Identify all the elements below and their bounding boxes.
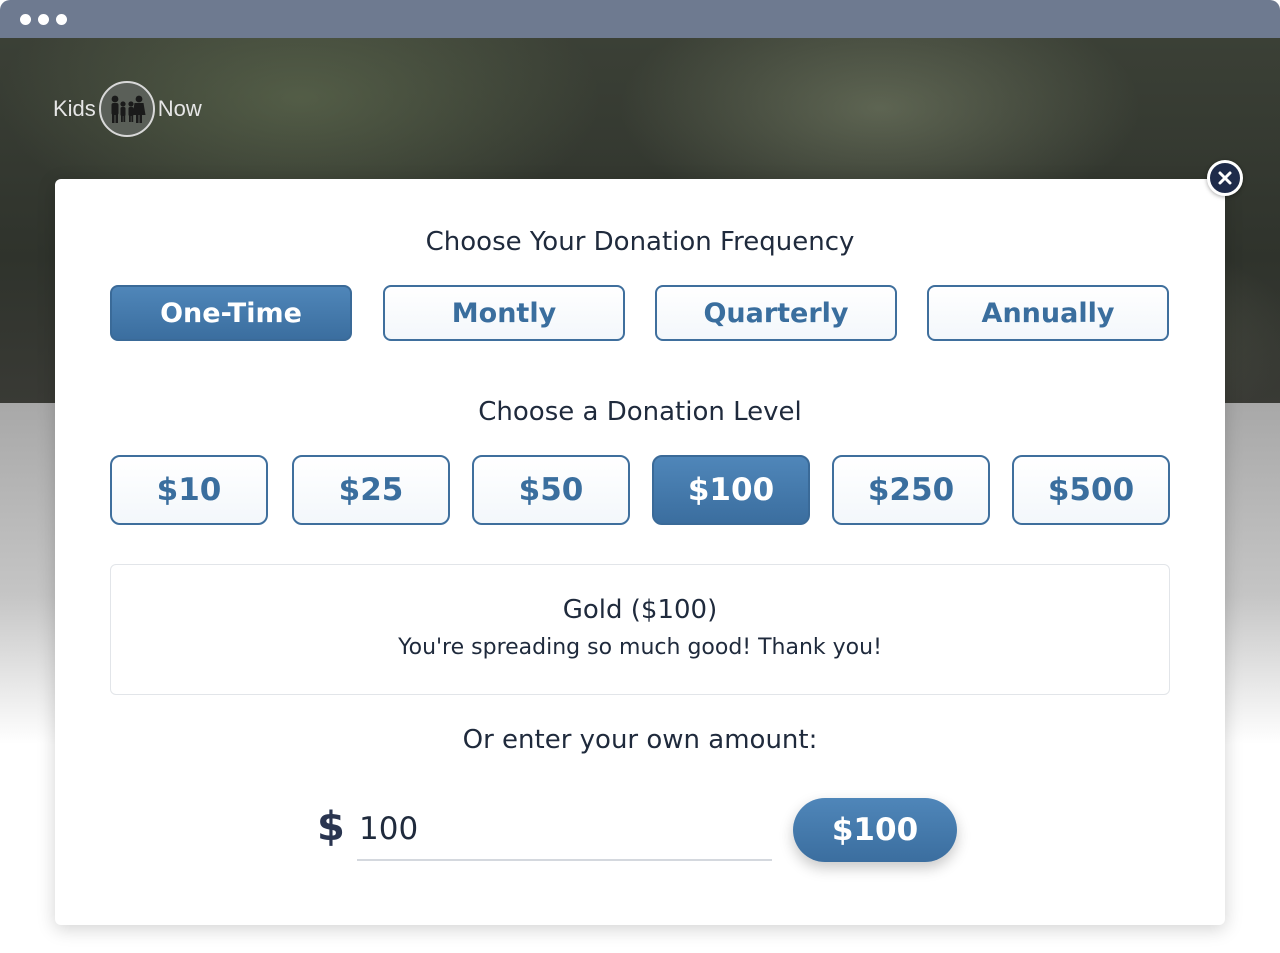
level-250-button[interactable]: $250 — [832, 455, 990, 525]
level-title: Choose a Donation Level — [478, 397, 802, 427]
custom-amount-input[interactable] — [357, 799, 772, 861]
level-name: Gold ($100) — [562, 595, 718, 625]
custom-amount-title: Or enter your own amount: — [462, 725, 818, 755]
frequency-monthly-button[interactable]: Montly — [383, 285, 625, 341]
frequency-one-time-button[interactable]: One-Time — [110, 285, 352, 341]
frequency-annually-button[interactable]: Annually — [927, 285, 1169, 341]
level-50-button[interactable]: $50 — [472, 455, 630, 525]
donation-modal: Choose Your Donation Frequency One-Time … — [55, 179, 1225, 925]
donate-submit-button[interactable]: $100 — [793, 798, 957, 862]
family-icon — [98, 81, 155, 137]
level-25-button[interactable]: $25 — [292, 455, 450, 525]
close-icon — [1218, 171, 1232, 185]
currency-symbol: $ — [317, 804, 345, 850]
window-dot — [20, 14, 31, 25]
level-10-button[interactable]: $10 — [110, 455, 268, 525]
window-dot — [56, 14, 67, 25]
frequency-title: Choose Your Donation Frequency — [425, 227, 855, 257]
level-description-box: Gold ($100) You're spreading so much goo… — [110, 564, 1170, 695]
level-500-button[interactable]: $500 — [1012, 455, 1170, 525]
logo-text-left: Kids — [53, 96, 96, 121]
site-logo[interactable]: Kids Now — [53, 81, 202, 137]
close-modal-button[interactable] — [1207, 160, 1243, 196]
browser-title-bar — [0, 0, 1280, 38]
frequency-quarterly-button[interactable]: Quarterly — [655, 285, 897, 341]
window-dot — [38, 14, 49, 25]
level-message: You're spreading so much good! Thank you… — [398, 635, 882, 660]
logo-text-right: Now — [157, 96, 202, 121]
level-100-button[interactable]: $100 — [652, 455, 810, 525]
